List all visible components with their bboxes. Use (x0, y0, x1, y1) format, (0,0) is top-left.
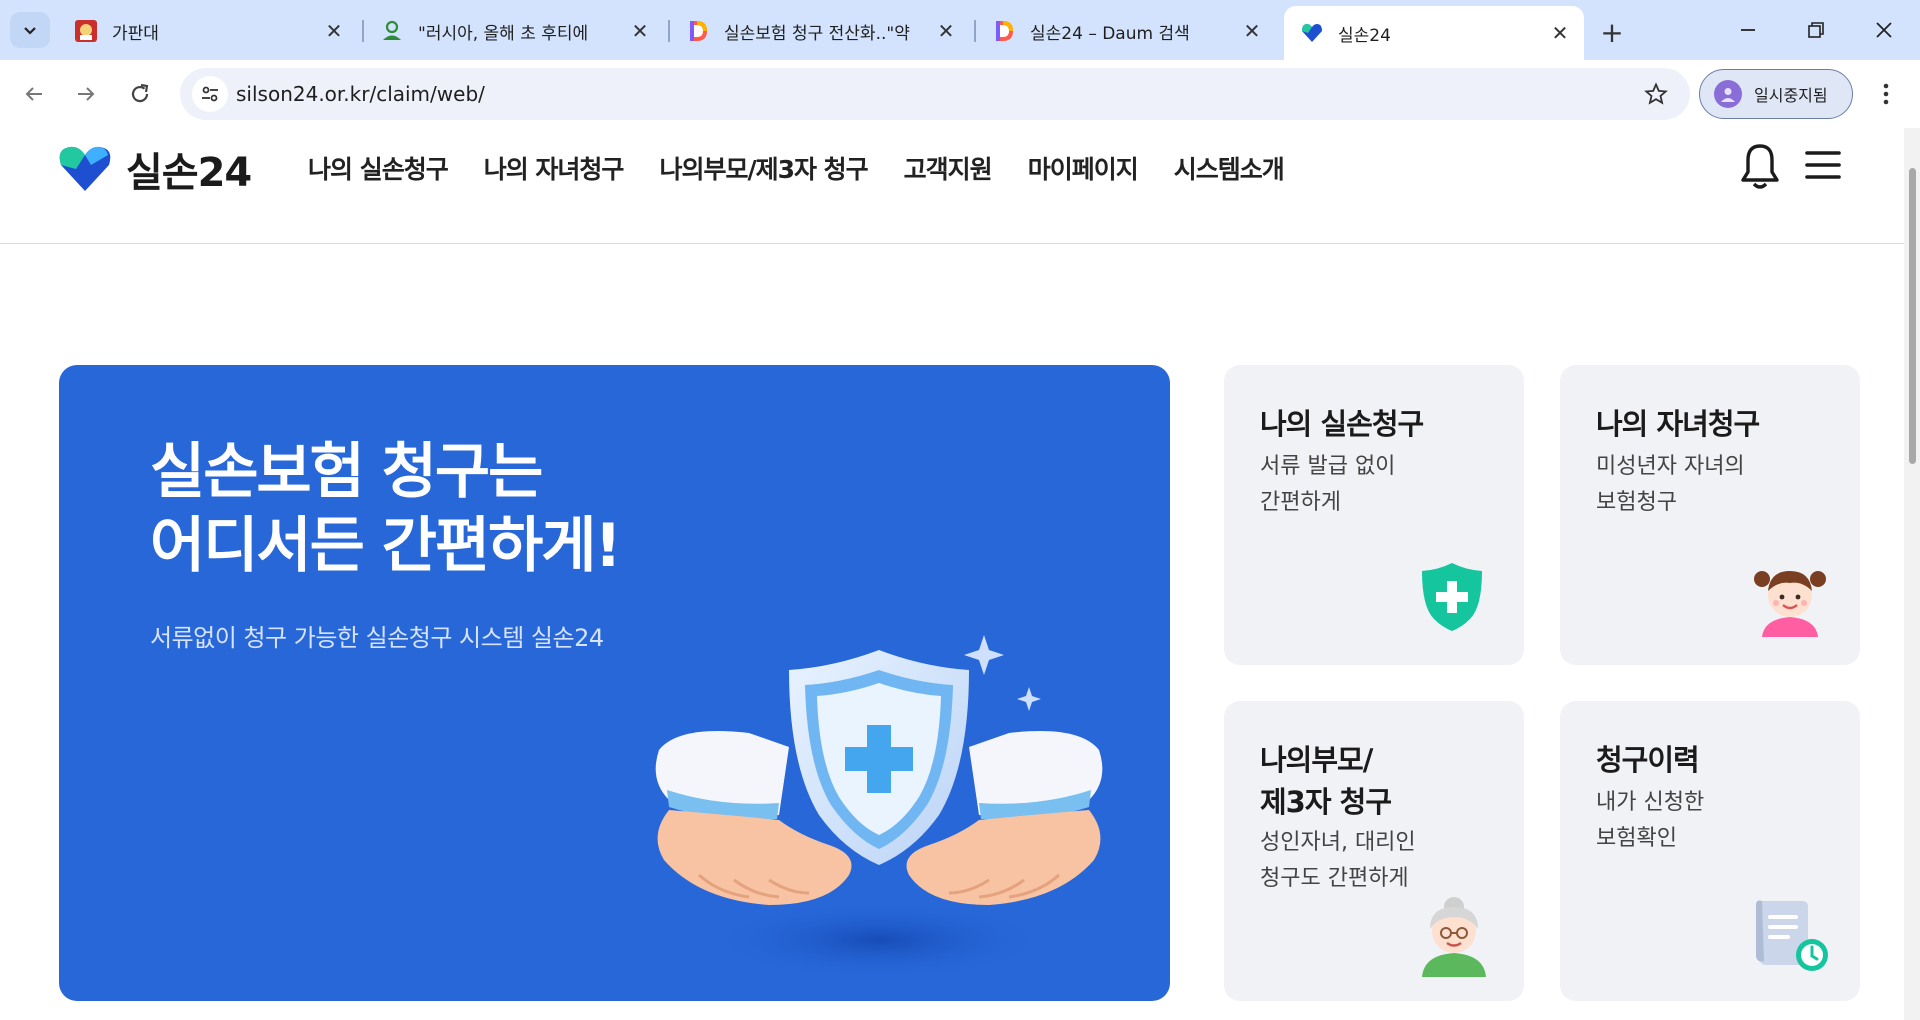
card-desc-line1: 미성년자 자녀의 (1596, 454, 1745, 479)
newspaper-stand-icon (74, 19, 98, 43)
tab-title: 가판대 (112, 23, 159, 44)
card-title: 나의부모/ 제3자 청구 (1260, 739, 1392, 823)
profile-status-label: 일시중지됨 (1754, 86, 1828, 105)
more-vertical-icon (1883, 83, 1889, 105)
card-title-line2: 제3자 청구 (1260, 785, 1392, 819)
card-desc-line1: 서류 발급 없이 (1260, 454, 1396, 479)
hero-title-line2: 어디서든 간편하게! (150, 511, 622, 581)
card-title-line1: 나의부모/ (1260, 743, 1373, 777)
daum-logo-icon (992, 19, 1016, 43)
tab-title: 실손보험 청구 전산화.."약 (724, 23, 910, 44)
card-desc-line2: 보험확인 (1596, 826, 1677, 851)
nav-item-system-intro[interactable]: 시스템소개 (1174, 150, 1285, 186)
card-title: 나의 실손청구 (1260, 407, 1424, 441)
address-bar[interactable]: silson24.or.kr/claim/web/ (180, 68, 1690, 120)
tab-search-button[interactable] (10, 12, 50, 48)
browser-tabstrip: 가판대 ✕ "러시아, 올해 초 후티에 ✕ 실손보험 청구 전산화.."약 ✕… (0, 0, 1920, 60)
person-news-icon (380, 19, 404, 43)
tab-title: 실손24 (1338, 25, 1391, 46)
reload-icon (131, 83, 149, 103)
card-title: 청구이력 (1596, 743, 1700, 777)
close-tab-icon[interactable]: ✕ (1548, 21, 1572, 45)
tab-title: "러시아, 올해 초 후티에 (418, 23, 589, 44)
nav-item-child-claim[interactable]: 나의 자녀청구 (484, 150, 625, 186)
logo-text: 실손24 (126, 150, 252, 196)
new-tab-button[interactable]: + (1594, 14, 1630, 50)
nav-item-mypage[interactable]: 마이페이지 (1028, 150, 1139, 186)
nav-item-parent-third-party-claim[interactable]: 나의부모/제3자 청구 (659, 150, 868, 186)
url-text: silson24.or.kr/claim/web/ (236, 82, 485, 106)
minimize-icon (1741, 29, 1755, 31)
main-nav: 나의 실손청구 나의 자녀청구 나의부모/제3자 청구 고객지원 마이페이지 시… (308, 150, 1320, 186)
browser-tab-2[interactable]: "러시아, 올해 초 후티에 ✕ (364, 8, 664, 54)
close-tab-icon[interactable]: ✕ (322, 19, 346, 43)
arrow-left-icon (25, 87, 42, 101)
close-tab-icon[interactable]: ✕ (628, 19, 652, 43)
card-desc-line2: 청구도 간편하게 (1260, 866, 1409, 891)
hero-title: 실손보험 청구는 어디서든 간편하게! (150, 435, 622, 583)
site-logo[interactable]: 실손24 (58, 140, 252, 198)
avatar-icon (1714, 80, 1742, 108)
site-info-button[interactable] (192, 76, 228, 112)
silson24-heart-logo-icon (59, 146, 111, 191)
browser-tab-5-active[interactable]: 실손24 ✕ (1284, 6, 1584, 60)
star-icon (1644, 82, 1668, 105)
hero-banner[interactable]: 실손보험 청구는 어디서든 간편하게! 서류없이 청구 가능한 실손청구 시스템… (59, 365, 1170, 1001)
hamburger-menu-icon[interactable] (1804, 146, 1842, 184)
card-desc-line2: 간편하게 (1260, 490, 1341, 515)
card-parent-third-party-claim[interactable]: 나의부모/ 제3자 청구 성인자녀, 대리인 청구도 간편하게 (1224, 701, 1524, 1001)
scrollbar-thumb[interactable] (1909, 168, 1916, 464)
hero-title-line1: 실손보험 청구는 (150, 437, 543, 507)
nav-item-my-claim[interactable]: 나의 실손청구 (308, 150, 449, 186)
site-header: 실손24 나의 실손청구 나의 자녀청구 나의부모/제3자 청구 고객지원 마이… (0, 128, 1904, 244)
card-child-claim[interactable]: 나의 자녀청구 미성년자 자녀의 보험청구 (1560, 365, 1860, 665)
card-claim-history[interactable]: 청구이력 내가 신청한 보험확인 (1560, 701, 1860, 1001)
hero-subtitle: 서류없이 청구 가능한 실손청구 시스템 실손24 (150, 624, 604, 652)
tune-icon (202, 86, 218, 102)
close-tab-icon[interactable]: ✕ (934, 19, 958, 43)
back-button[interactable] (14, 74, 54, 114)
page-scrollbar[interactable] (1904, 128, 1920, 1020)
card-desc-line1: 내가 신청한 (1596, 790, 1705, 815)
daum-logo-icon (686, 19, 710, 43)
restore-icon (1808, 22, 1824, 38)
browser-menu-button[interactable] (1870, 74, 1902, 114)
tab-title: 실손24 – Daum 검색 (1030, 23, 1190, 44)
bell-icon[interactable] (1738, 142, 1782, 190)
chevron-down-icon (24, 27, 36, 35)
reload-button[interactable] (120, 74, 160, 114)
card-title: 나의 자녀청구 (1596, 407, 1760, 441)
document-clock-icon (1756, 900, 1828, 971)
child-avatar-icon (1754, 571, 1826, 637)
page-viewport: 실손24 나의 실손청구 나의 자녀청구 나의부모/제3자 청구 고객지원 마이… (0, 128, 1904, 1020)
minimize-button[interactable] (1718, 10, 1778, 50)
arrow-right-icon (78, 87, 95, 101)
browser-tab-3[interactable]: 실손보험 청구 전산화.."약 ✕ (670, 8, 970, 54)
card-desc-line2: 보험청구 (1596, 490, 1677, 515)
grandmother-avatar-icon (1422, 897, 1486, 977)
card-desc-line1: 성인자녀, 대리인 (1260, 830, 1416, 855)
bookmark-button[interactable] (1640, 78, 1672, 110)
silson24-heart-icon (1300, 21, 1324, 45)
close-icon (1876, 22, 1892, 38)
close-tab-icon[interactable]: ✕ (1240, 19, 1264, 43)
browser-tab-4[interactable]: 실손24 – Daum 검색 ✕ (976, 8, 1276, 54)
browser-tab-1[interactable]: 가판대 ✕ (58, 8, 358, 54)
restore-button[interactable] (1786, 10, 1846, 50)
browser-toolbar: silson24.or.kr/claim/web/ 일시중지됨 (0, 60, 1920, 128)
hands-shield-illustration (655, 635, 1103, 980)
close-window-button[interactable] (1854, 10, 1914, 50)
medical-shield-icon (1422, 563, 1482, 631)
card-my-claim[interactable]: 나의 실손청구 서류 발급 없이 간편하게 (1224, 365, 1524, 665)
forward-button[interactable] (66, 74, 106, 114)
profile-button[interactable]: 일시중지됨 (1699, 69, 1853, 119)
nav-item-customer-support[interactable]: 고객지원 (904, 150, 993, 186)
